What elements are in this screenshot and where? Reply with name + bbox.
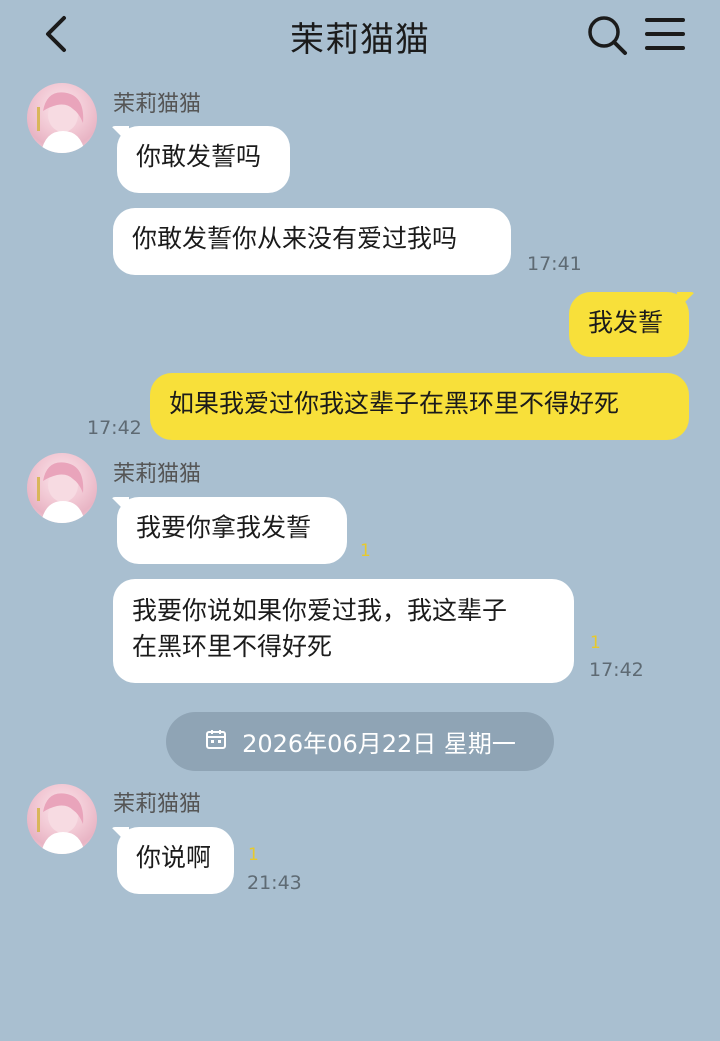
calendar-icon	[204, 727, 228, 757]
avatar[interactable]	[27, 784, 97, 854]
message-bubble-outgoing[interactable]: 如果我爱过你我这辈子在黑环里不得好死	[150, 373, 689, 440]
sender-name: 茉莉猫猫	[113, 462, 202, 487]
message-time: 21:43	[247, 872, 302, 894]
message-bubble[interactable]: 你敢发誓吗	[111, 126, 290, 193]
search-icon[interactable]	[584, 12, 630, 56]
message-time: 17:41	[527, 253, 582, 275]
message-bubble[interactable]: 你说啊	[111, 827, 234, 894]
avatar[interactable]	[27, 83, 97, 153]
sender-name: 茉莉猫猫	[113, 792, 202, 817]
message-bubble[interactable]: 我要你拿我发誓	[111, 497, 347, 564]
unread-count: 1	[590, 633, 601, 653]
message-text: 我发誓	[588, 308, 664, 337]
message-bubble[interactable]: 你敢发誓你从来没有爱过我吗	[113, 208, 511, 275]
date-text: 2026年06月22日 星期一	[242, 730, 516, 758]
unread-count: 1	[360, 541, 371, 561]
message-text: 你说啊	[136, 843, 212, 872]
message-text-line: 我要你说如果你爱过我，我这辈子	[132, 596, 508, 625]
sender-name: 茉莉猫猫	[113, 92, 202, 117]
message-bubble-outgoing[interactable]: 我发誓	[569, 292, 695, 357]
message-text-line: 在黑环里不得好死	[132, 632, 333, 661]
message-text: 你敢发誓吗	[136, 142, 262, 171]
message-text: 我要你拿我发誓	[136, 513, 312, 542]
menu-icon[interactable]	[644, 14, 686, 54]
message-bubble[interactable]: 我要你说如果你爱过我，我这辈子 在黑环里不得好死	[113, 579, 574, 683]
message-time: 17:42	[589, 659, 644, 681]
date-divider: 2026年06月22日 星期一	[166, 712, 554, 771]
avatar[interactable]	[27, 453, 97, 523]
message-text: 你敢发誓你从来没有爱过我吗	[132, 224, 458, 253]
unread-count: 1	[248, 845, 259, 865]
message-time: 17:42	[87, 417, 142, 439]
message-text: 如果我爱过你我这辈子在黑环里不得好死	[169, 389, 620, 418]
